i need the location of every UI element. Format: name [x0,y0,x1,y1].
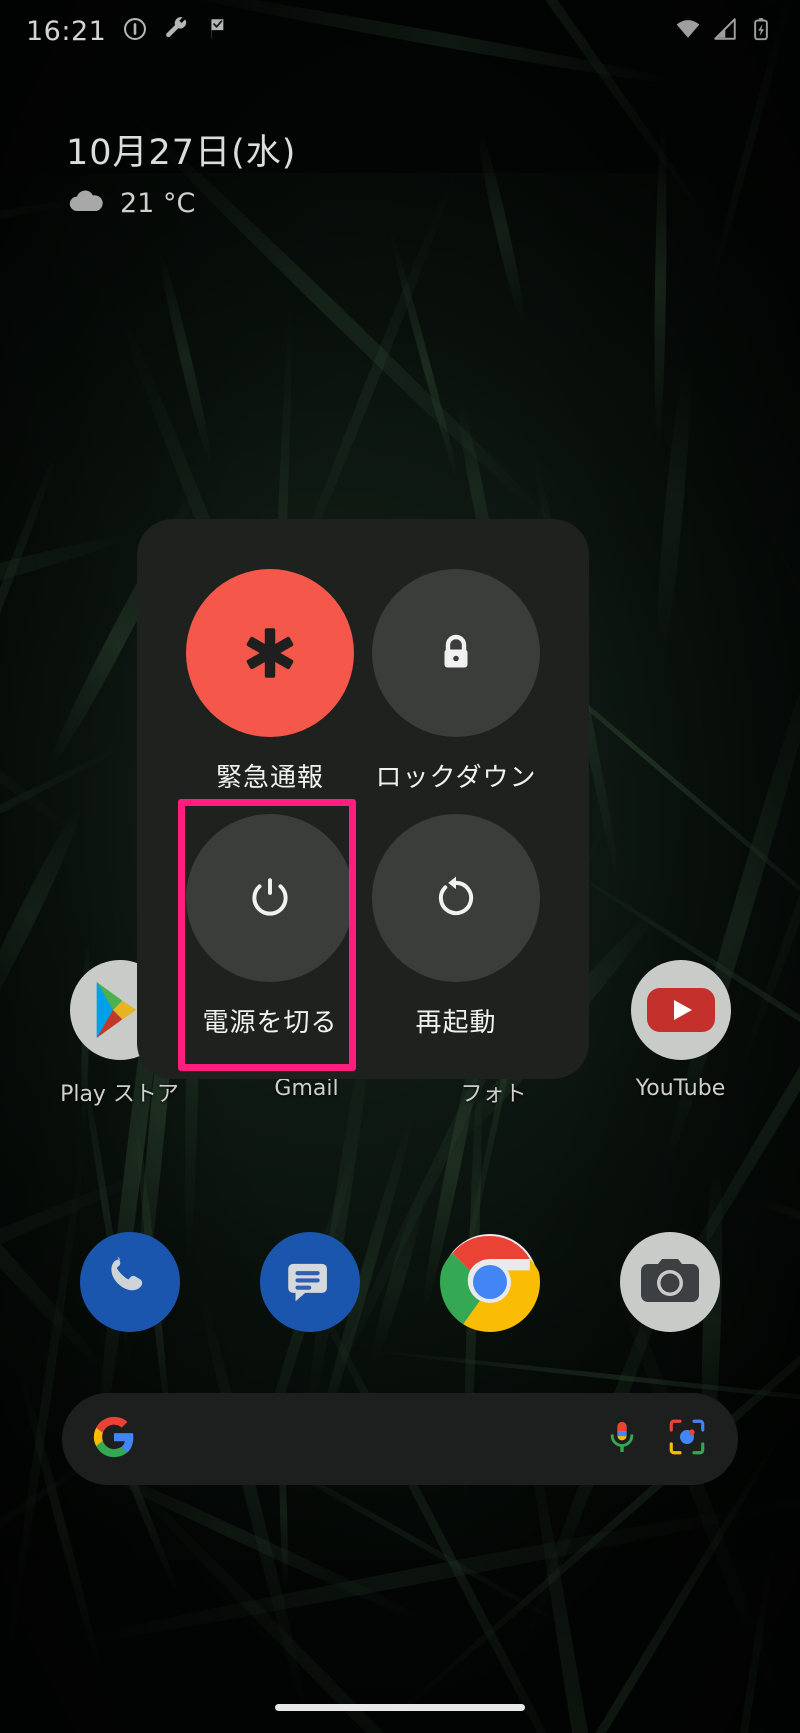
google-g-icon [92,1415,136,1463]
wifi-icon [674,15,702,47]
app-label: Gmail [274,1076,339,1101]
power-menu-dialog: 緊急通報 ロックダウン 電源を切る 再起動 [137,519,589,1079]
youtube-icon [630,960,731,1060]
google-lens-icon[interactable] [666,1416,708,1462]
power-menu-item-power-off[interactable]: 電源を切る [177,814,363,1039]
app-youtube[interactable]: YouTube [606,960,756,1101]
chrome-icon[interactable] [440,1232,540,1332]
app-label: YouTube [635,1076,726,1101]
power-icon[interactable] [186,814,354,982]
cellular-signal-icon [712,16,738,46]
home-gesture-pill[interactable] [275,1704,525,1711]
messages-icon[interactable] [260,1232,360,1332]
cloud-icon [66,187,106,219]
power-menu-item-restart[interactable]: 再起動 [363,814,549,1039]
widget-weather[interactable]: 21 °C [66,187,296,219]
google-search-bar[interactable] [62,1393,738,1485]
power-menu-item-lockdown[interactable]: ロックダウン [363,569,549,794]
lock-icon[interactable] [372,569,540,737]
emergency-star-of-life-icon[interactable] [186,569,354,737]
power-menu-label: ロックダウン [375,763,537,793]
battery-charging-icon [748,16,774,46]
power-menu-label: 電源を切る [202,1008,338,1038]
status-bar-left: 16:21 [26,16,232,47]
restart-icon[interactable] [372,814,540,982]
dock [0,1232,800,1332]
power-menu-label: 再起動 [415,1008,497,1038]
power-menu-item-emergency[interactable]: 緊急通報 [177,569,363,794]
app-label: フォト [460,1082,527,1107]
camera-icon[interactable] [620,1232,720,1332]
power-menu-grid: 緊急通報 ロックダウン 電源を切る 再起動 [177,569,549,1039]
at-a-glance-widget[interactable]: 10月27日(水) 21 °C [66,124,296,219]
android-home-screen: 16:21 10月27日(水) 21 °C Play ストア Gmail フォト… [0,0,800,1733]
wrench-icon [164,16,190,46]
app-label: Play ストア [60,1082,179,1107]
status-bar[interactable]: 16:21 [0,0,800,62]
checkmark-flag-icon [206,16,232,46]
microphone-icon[interactable] [602,1417,642,1461]
status-bar-right [674,15,774,47]
widget-date[interactable]: 10月27日(水) [66,124,296,175]
info-circle-icon [122,16,148,46]
power-menu-label: 緊急通報 [215,763,324,793]
widget-temperature: 21 °C [120,187,196,219]
status-bar-clock: 16:21 [26,15,107,47]
phone-icon[interactable] [80,1232,180,1332]
